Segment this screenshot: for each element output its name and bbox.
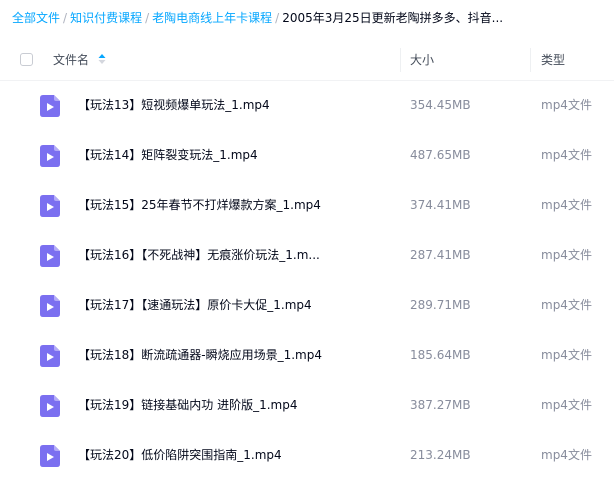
file-type: mp4文件 <box>541 198 592 212</box>
video-file-icon <box>40 95 60 117</box>
file-size: 289.71MB <box>410 298 471 312</box>
breadcrumb-item-annual-course[interactable]: 老陶电商线上年卡课程 <box>152 11 272 25</box>
file-name[interactable]: 【玩法15】25年春节不打烊爆款方案_1.mp4 <box>78 180 398 230</box>
video-file-icon <box>40 145 60 167</box>
file-name[interactable]: 【玩法17】【速通玩法】原价卡大促_1.mp4 <box>78 280 398 330</box>
table-row[interactable]: 【玩法16】【不死战神】无痕涨价玩法_1.m... 287.41MB mp4文件 <box>0 230 614 280</box>
table-row[interactable]: 【玩法19】链接基础内功 进阶版_1.mp4 387.27MB mp4文件 <box>0 380 614 430</box>
sort-icon[interactable] <box>98 52 106 66</box>
video-file-icon <box>40 345 60 367</box>
breadcrumb-separator: / <box>63 11 68 25</box>
table-row[interactable]: 【玩法20】低价陷阱突围指南_1.mp4 213.24MB mp4文件 <box>0 430 614 480</box>
column-header-type[interactable]: 类型 <box>541 40 565 80</box>
column-divider[interactable] <box>400 48 401 72</box>
table-row[interactable]: 【玩法14】矩阵裂变玩法_1.mp4 487.65MB mp4文件 <box>0 130 614 180</box>
table-row[interactable]: 【玩法13】短视频爆单玩法_1.mp4 354.45MB mp4文件 <box>0 80 614 130</box>
file-size: 185.64MB <box>410 348 471 362</box>
table-row[interactable]: 【玩法15】25年春节不打烊爆款方案_1.mp4 374.41MB mp4文件 <box>0 180 614 230</box>
file-name[interactable]: 【玩法16】【不死战神】无痕涨价玩法_1.m... <box>78 230 398 280</box>
file-type: mp4文件 <box>541 148 592 162</box>
column-header-name[interactable]: 文件名 <box>53 40 89 80</box>
table-row[interactable]: 【玩法17】【速通玩法】原价卡大促_1.mp4 289.71MB mp4文件 <box>0 280 614 330</box>
file-name[interactable]: 【玩法14】矩阵裂变玩法_1.mp4 <box>78 130 398 180</box>
breadcrumb-current-folder: 2005年3月25日更新老陶拼多多、抖音... <box>282 11 504 25</box>
file-size: 287.41MB <box>410 248 471 262</box>
breadcrumb-item-all-files[interactable]: 全部文件 <box>12 11 60 25</box>
file-type: mp4文件 <box>541 98 592 112</box>
breadcrumb-item-courses[interactable]: 知识付费课程 <box>70 11 142 25</box>
file-type: mp4文件 <box>541 398 592 412</box>
select-all-checkbox[interactable] <box>20 53 33 66</box>
file-name[interactable]: 【玩法13】短视频爆单玩法_1.mp4 <box>78 80 398 130</box>
file-size: 387.27MB <box>410 398 471 412</box>
video-file-icon <box>40 445 60 467</box>
file-size: 354.45MB <box>410 98 471 112</box>
file-size: 374.41MB <box>410 198 471 212</box>
file-name[interactable]: 【玩法20】低价陷阱突围指南_1.mp4 <box>78 430 398 480</box>
video-file-icon <box>40 295 60 317</box>
file-name[interactable]: 【玩法19】链接基础内功 进阶版_1.mp4 <box>78 380 398 430</box>
table-header: 文件名 大小 类型 <box>0 40 614 81</box>
breadcrumb: 全部文件 / 知识付费课程 / 老陶电商线上年卡课程/2005年3月25日更新老陶拼多多… <box>12 8 612 28</box>
column-header-size[interactable]: 大小 <box>410 40 434 80</box>
file-type: mp4文件 <box>541 448 592 462</box>
table-row[interactable]: 【玩法18】断流疏通器-瞬烧应用场景_1.mp4 185.64MB mp4文件 <box>0 330 614 380</box>
file-size: 213.24MB <box>410 448 471 462</box>
video-file-icon <box>40 195 60 217</box>
video-file-icon <box>40 395 60 417</box>
breadcrumb-separator: / <box>145 11 150 25</box>
file-type: mp4文件 <box>541 298 592 312</box>
file-name[interactable]: 【玩法18】断流疏通器-瞬烧应用场景_1.mp4 <box>78 330 398 380</box>
file-type: mp4文件 <box>541 348 592 362</box>
file-size: 487.65MB <box>410 148 471 162</box>
column-divider[interactable] <box>530 48 531 72</box>
video-file-icon <box>40 245 60 267</box>
breadcrumb-separator: / <box>275 11 280 25</box>
file-type: mp4文件 <box>541 248 592 262</box>
